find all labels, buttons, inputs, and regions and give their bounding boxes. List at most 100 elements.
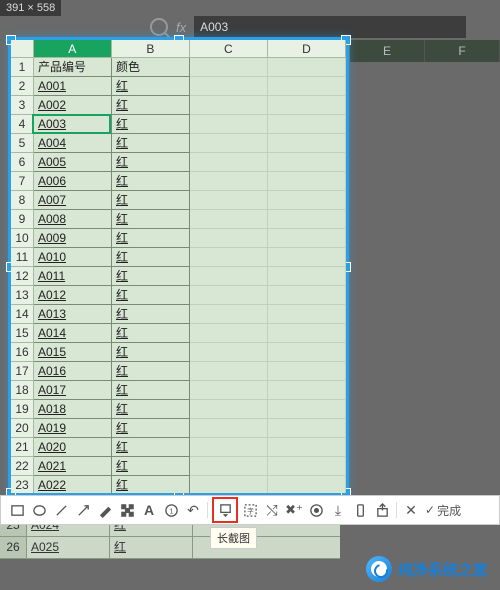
cell[interactable] [268,457,346,476]
cell[interactable]: 红 [112,134,190,153]
cell[interactable] [268,381,346,400]
cell[interactable] [268,286,346,305]
pin-tool[interactable]: ✖⁺ [284,500,304,520]
cell[interactable] [190,457,268,476]
cell[interactable] [190,134,268,153]
cell[interactable]: 红 [112,153,190,172]
record-tool[interactable] [306,500,326,520]
cell[interactable]: 红 [112,305,190,324]
cell[interactable]: 红 [112,381,190,400]
cell[interactable]: A021 [34,457,112,476]
long-screenshot-tool[interactable] [212,497,238,523]
cell[interactable] [268,229,346,248]
cell[interactable]: 红 [112,229,190,248]
cell[interactable]: 红 [110,537,193,558]
cell[interactable]: A010 [34,248,112,267]
cell[interactable] [268,191,346,210]
shuffle-tool[interactable]: ⤭ [262,500,282,520]
cell[interactable]: A006 [34,172,112,191]
col-header-c[interactable]: C [190,40,268,58]
cell[interactable] [190,248,268,267]
share-tool[interactable] [372,500,392,520]
cell[interactable]: 红 [112,438,190,457]
cell[interactable]: A019 [34,419,112,438]
row-header[interactable]: 20 [11,419,34,438]
cell[interactable] [190,381,268,400]
row-header[interactable]: 18 [11,381,34,400]
cell[interactable] [190,286,268,305]
cell[interactable]: A005 [34,153,112,172]
line-tool[interactable] [51,500,71,520]
phone-tool[interactable] [350,500,370,520]
row-header[interactable]: 11 [11,248,34,267]
row-header[interactable]: 16 [11,343,34,362]
col-header-f[interactable]: F [425,40,500,62]
cell[interactable]: 产品编号 [34,58,112,77]
row-header[interactable]: 22 [11,457,34,476]
ellipse-tool[interactable] [29,500,49,520]
cell[interactable] [190,77,268,96]
cell[interactable] [190,153,268,172]
ocr-tool[interactable]: 字 [240,500,260,520]
cell[interactable]: A017 [34,381,112,400]
cell[interactable]: A001 [34,77,112,96]
cell[interactable]: A012 [34,286,112,305]
cell[interactable] [190,210,268,229]
done-tool[interactable]: ✓完成 [425,502,461,519]
row-header[interactable]: 9 [11,210,34,229]
row-header[interactable]: 4 [11,115,34,134]
cell[interactable]: A022 [34,476,112,493]
text-tool[interactable]: A [139,500,159,520]
brush-tool[interactable] [95,500,115,520]
cell[interactable]: A002 [34,96,112,115]
cell[interactable] [268,77,346,96]
cell[interactable] [268,267,346,286]
row-header[interactable]: 19 [11,400,34,419]
cell[interactable] [268,343,346,362]
cell[interactable]: 红 [112,210,190,229]
cell[interactable] [190,191,268,210]
cell[interactable] [190,476,268,493]
close-tool[interactable]: ✕ [401,500,421,520]
row-header[interactable]: 21 [11,438,34,457]
number-tool[interactable]: 1 [161,500,181,520]
col-header-d[interactable]: D [268,40,346,58]
row-header[interactable]: 1 [11,58,34,77]
cell[interactable] [190,229,268,248]
cell[interactable] [190,419,268,438]
cell[interactable] [268,134,346,153]
cell[interactable]: 红 [112,267,190,286]
cell[interactable] [190,305,268,324]
screenshot-selection-frame[interactable]: A B C D 1产品编号颜色2A001红3A002红4A003红5A004红6… [8,37,349,496]
cell[interactable]: 红 [112,77,190,96]
cell[interactable] [190,343,268,362]
cell[interactable] [268,400,346,419]
cell[interactable] [190,438,268,457]
col-header-e[interactable]: E [350,40,425,62]
cell[interactable]: A025 [27,537,110,558]
cell[interactable] [190,172,268,191]
row-header[interactable]: 13 [11,286,34,305]
col-header-a[interactable]: A [34,40,112,58]
cell[interactable]: 红 [112,172,190,191]
cell[interactable]: A007 [34,191,112,210]
cell[interactable]: A011 [34,267,112,286]
cell[interactable]: 红 [112,248,190,267]
formula-input[interactable] [194,16,466,38]
cell[interactable] [190,96,268,115]
cell[interactable] [268,324,346,343]
cell[interactable] [268,476,346,493]
cell[interactable]: 颜色 [112,58,190,77]
cell[interactable] [268,172,346,191]
cell[interactable]: A016 [34,362,112,381]
cell[interactable]: 红 [112,476,190,493]
row-header[interactable]: 3 [11,96,34,115]
row-header[interactable]: 26 [0,537,27,558]
row-header[interactable]: 8 [11,191,34,210]
row-header[interactable]: 2 [11,77,34,96]
cell[interactable]: 红 [112,343,190,362]
cell[interactable]: A018 [34,400,112,419]
cell[interactable]: A020 [34,438,112,457]
cell[interactable]: A014 [34,324,112,343]
cell[interactable]: A015 [34,343,112,362]
